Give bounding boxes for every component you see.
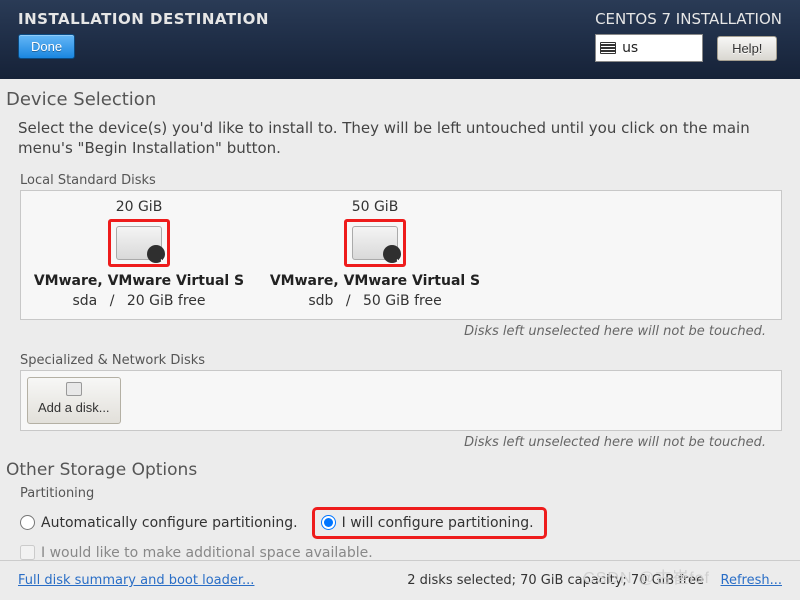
checkbox-make-space-label: I would like to make additional space av… xyxy=(41,545,373,561)
installer-header: INSTALLATION DESTINATION Done CENTOS 7 I… xyxy=(0,0,800,79)
disk-icon-selected: ✓ xyxy=(344,219,406,267)
checkmark-icon: ✓ xyxy=(159,252,169,266)
done-button[interactable]: Done xyxy=(18,34,75,59)
radio-auto-label: Automatically configure partitioning. xyxy=(41,515,298,531)
hard-disk-icon xyxy=(116,226,162,260)
page-title: INSTALLATION DESTINATION xyxy=(18,10,269,28)
checkbox-make-space-input[interactable] xyxy=(20,545,35,560)
checkmark-icon: ✓ xyxy=(395,252,405,266)
local-disks-panel: 20 GiB ✓ VMware, VMware Virtual S sda / … xyxy=(20,190,782,320)
network-disks-panel: Add a disk... xyxy=(20,370,782,431)
storage-options-heading: Other Storage Options xyxy=(6,460,782,480)
local-disks-heading: Local Standard Disks xyxy=(20,173,782,188)
add-disk-button[interactable]: Add a disk... xyxy=(27,377,121,424)
device-selection-heading: Device Selection xyxy=(6,89,782,110)
radio-manual-input[interactable] xyxy=(321,515,336,530)
hard-disk-icon xyxy=(352,226,398,260)
disk-model: VMware, VMware Virtual S xyxy=(21,273,257,289)
disk-summary-link[interactable]: Full disk summary and boot loader... xyxy=(18,573,254,588)
footer-status: 2 disks selected; 70 GiB capacity; 70 Gi… xyxy=(407,573,704,588)
disk-item-sdb[interactable]: 50 GiB ✓ VMware, VMware Virtual S sdb / … xyxy=(257,191,493,319)
add-disk-label: Add a disk... xyxy=(38,400,110,415)
disk-model: VMware, VMware Virtual S xyxy=(257,273,493,289)
checkbox-make-space[interactable]: I would like to make additional space av… xyxy=(20,545,373,561)
disk-icon-selected: ✓ xyxy=(108,219,170,267)
disk-dev: sdb xyxy=(308,293,333,309)
keyboard-layout-field[interactable]: us xyxy=(595,34,703,62)
network-disks-heading: Specialized & Network Disks xyxy=(20,353,782,368)
help-button[interactable]: Help! xyxy=(717,36,777,61)
device-selection-intro: Select the device(s) you'd like to insta… xyxy=(18,118,782,159)
radio-manual-partition[interactable]: I will configure partitioning. xyxy=(312,507,547,539)
keyboard-icon xyxy=(600,42,616,54)
disk-dev: sda xyxy=(72,293,97,309)
partitioning-subhead: Partitioning xyxy=(20,486,782,501)
disk-item-sda[interactable]: 20 GiB ✓ VMware, VMware Virtual S sda / … xyxy=(21,191,257,319)
footer-bar: Full disk summary and boot loader... 2 d… xyxy=(0,560,800,600)
disk-capacity: 50 GiB xyxy=(257,199,493,215)
disk-free: 20 GiB free xyxy=(127,293,206,309)
untouched-note: Disks left unselected here will not be t… xyxy=(6,324,766,339)
disk-capacity: 20 GiB xyxy=(21,199,257,215)
distro-label: CENTOS 7 INSTALLATION xyxy=(595,10,782,28)
radio-manual-label: I will configure partitioning. xyxy=(342,515,534,531)
main-content: Device Selection Select the device(s) yo… xyxy=(0,79,800,564)
disk-free: 50 GiB free xyxy=(363,293,442,309)
untouched-note: Disks left unselected here will not be t… xyxy=(6,435,766,450)
disk-add-icon xyxy=(66,382,82,396)
refresh-link[interactable]: Refresh... xyxy=(721,573,783,588)
keyboard-layout-value: us xyxy=(622,40,638,56)
radio-auto-partition[interactable]: Automatically configure partitioning. xyxy=(20,515,298,531)
radio-auto-input[interactable] xyxy=(20,515,35,530)
